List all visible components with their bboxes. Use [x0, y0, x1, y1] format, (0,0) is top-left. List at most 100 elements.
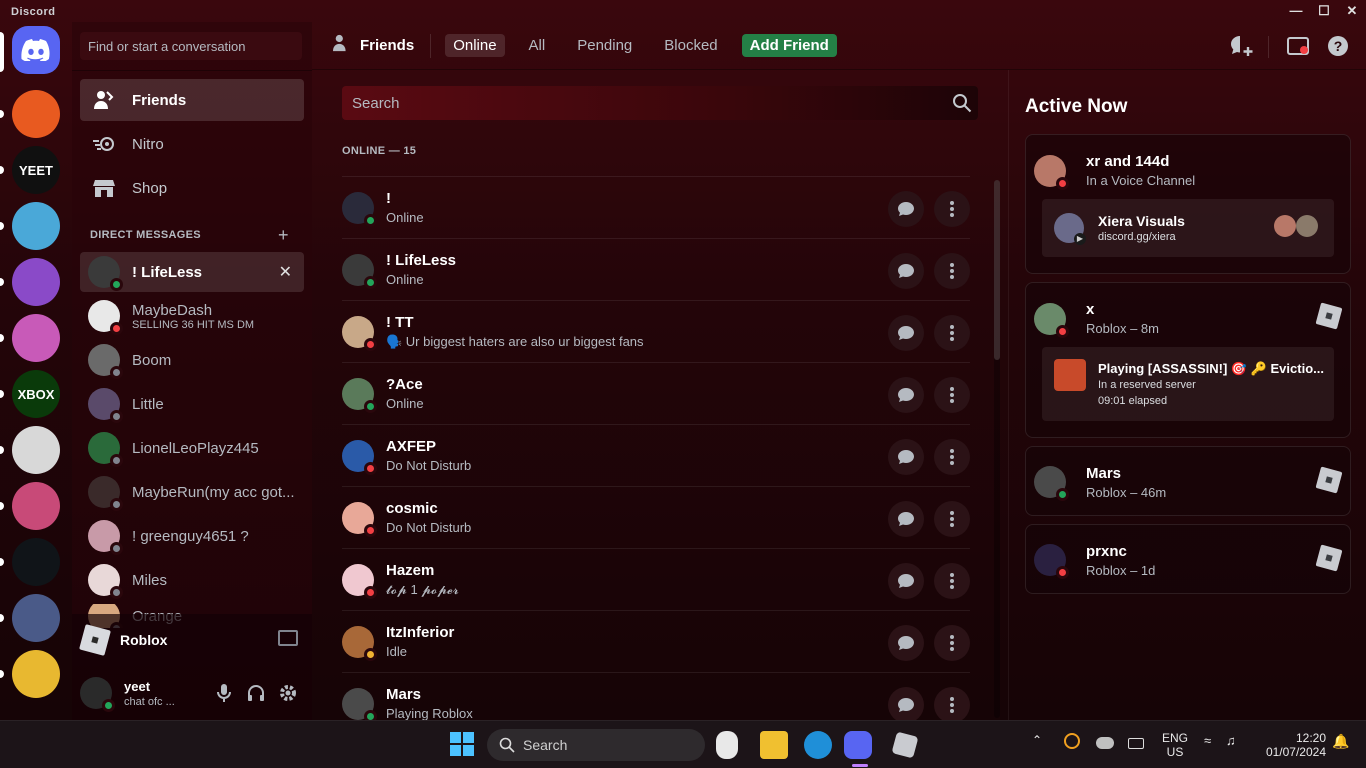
settings-gear-icon[interactable] — [278, 684, 298, 704]
volume-icon[interactable]: ♫ — [1226, 733, 1236, 748]
dm-item[interactable]: MaybeRun(my acc got... — [80, 472, 304, 512]
game-activity-box[interactable]: Playing [ASSASSIN!] 🎯 🔑 Evictio... In a … — [1042, 347, 1334, 421]
tab-all[interactable]: All — [521, 34, 554, 57]
close-button[interactable]: ✕ — [1338, 2, 1366, 20]
screen-share-icon[interactable] — [278, 630, 298, 646]
tab-blocked[interactable]: Blocked — [656, 34, 725, 57]
friends-scrollbar[interactable] — [994, 180, 1000, 718]
more-options-icon[interactable] — [934, 625, 970, 661]
message-icon[interactable] — [888, 377, 924, 413]
message-icon[interactable] — [888, 253, 924, 289]
message-icon[interactable] — [888, 315, 924, 351]
help-icon[interactable]: ? — [1326, 34, 1350, 58]
voice-channel-box[interactable]: ▶ Xiera Visuals discord.gg/xiera — [1042, 199, 1334, 257]
windows-start-icon[interactable] — [449, 731, 477, 759]
taskbar-search-box[interactable]: Search — [487, 729, 705, 761]
message-icon[interactable] — [888, 439, 924, 475]
message-icon[interactable] — [888, 687, 924, 720]
keyboard-icon[interactable] — [1128, 738, 1144, 749]
file-explorer-icon[interactable] — [760, 731, 788, 759]
nav-nitro-label: Nitro — [132, 135, 164, 153]
message-icon[interactable] — [888, 501, 924, 537]
server-icon[interactable] — [12, 538, 60, 586]
server-icon[interactable] — [12, 314, 60, 362]
message-icon[interactable] — [888, 191, 924, 227]
more-options-icon[interactable] — [934, 563, 970, 599]
tab-online[interactable]: Online — [445, 34, 505, 57]
server-icon[interactable] — [12, 202, 60, 250]
dm-item[interactable]: Boom — [80, 340, 304, 380]
friend-name: Mars — [386, 686, 422, 703]
language-indicator[interactable]: ENG US — [1162, 731, 1188, 759]
minimize-button[interactable]: — — [1282, 2, 1310, 20]
friend-row[interactable]: ?Ace Online — [342, 362, 970, 424]
status-indicator — [364, 585, 377, 599]
message-icon[interactable] — [888, 625, 924, 661]
edge-browser-icon[interactable] — [804, 731, 832, 759]
mouse-app-icon[interactable] — [716, 731, 738, 759]
scrollbar-thumb[interactable] — [994, 180, 1000, 360]
microphone-icon[interactable] — [214, 684, 234, 704]
add-friend-button[interactable]: Add Friend — [741, 34, 837, 57]
update-icon[interactable] — [1064, 733, 1080, 749]
server-icon[interactable] — [12, 258, 60, 306]
server-icon[interactable]: XBOX — [12, 370, 60, 418]
friend-row[interactable]: ItzInferior Idle — [342, 610, 970, 672]
cloud-icon[interactable] — [1096, 737, 1114, 749]
friend-row[interactable]: cosmic Do Not Disturb — [342, 486, 970, 548]
more-options-icon[interactable] — [934, 687, 970, 720]
friends-search-input[interactable]: Search — [342, 86, 978, 120]
dm-item[interactable]: Miles — [80, 560, 304, 600]
maximize-button[interactable]: ☐ — [1310, 2, 1338, 20]
dm-status: SELLING 36 HIT MS DM — [132, 318, 255, 331]
dm-item[interactable]: ! LifeLess ✕ — [80, 252, 304, 292]
status-indicator — [364, 213, 377, 227]
friend-row[interactable]: ! LifeLess Online — [342, 238, 970, 300]
user-avatar[interactable] — [80, 677, 115, 712]
more-options-icon[interactable] — [934, 253, 970, 289]
friend-row[interactable]: AXFEP Do Not Disturb — [342, 424, 970, 486]
roblox-taskbar-icon[interactable] — [891, 731, 919, 759]
tab-pending[interactable]: Pending — [569, 34, 640, 57]
notification-bell-icon[interactable]: 🔔 — [1332, 733, 1349, 750]
friend-row[interactable]: Hazem 𝓽𝓸𝓹 1 𝓹𝓸𝓹𝓮𝓻 — [342, 548, 970, 610]
more-options-icon[interactable] — [934, 191, 970, 227]
clock[interactable]: 12:20 01/07/2024 — [1260, 731, 1326, 759]
title-bar: Discord — ☐ ✕ — [0, 0, 1366, 22]
headphones-icon[interactable] — [246, 684, 266, 704]
server-icon[interactable] — [12, 90, 60, 138]
close-dm-icon[interactable]: ✕ — [279, 262, 292, 282]
nav-nitro[interactable]: Nitro — [80, 123, 304, 165]
tray-overflow-icon[interactable]: ⌃ — [1032, 733, 1042, 747]
server-icon[interactable]: YEET — [12, 146, 60, 194]
server-icon[interactable] — [12, 426, 60, 474]
dm-item[interactable]: MaybeDash SELLING 36 HIT MS DM — [80, 296, 304, 336]
more-options-icon[interactable] — [934, 315, 970, 351]
friend-row[interactable]: ! Online — [342, 176, 970, 238]
more-options-icon[interactable] — [934, 377, 970, 413]
nav-shop[interactable]: Shop — [80, 167, 304, 209]
wifi-icon[interactable]: ≈ — [1204, 733, 1211, 748]
server-icon[interactable] — [12, 482, 60, 530]
active-card[interactable]: Mars Roblox – 46m — [1025, 446, 1351, 516]
create-dm-button[interactable]: + — [278, 225, 289, 246]
server-icon[interactable] — [12, 594, 60, 642]
friend-row[interactable]: ! TT 🗣️ Ur biggest haters are also ur big… — [342, 300, 970, 362]
find-conversation-input[interactable]: Find or start a conversation — [80, 32, 302, 60]
active-card[interactable]: prxnc Roblox – 1d — [1025, 524, 1351, 594]
active-card[interactable]: x Roblox – 8m Playing [ASSASSIN!] 🎯 🔑 Ev… — [1025, 282, 1351, 438]
friend-row[interactable]: Mars Playing Roblox — [342, 672, 970, 720]
inbox-icon[interactable] — [1286, 34, 1310, 58]
message-icon[interactable] — [888, 563, 924, 599]
dm-item[interactable]: ! greenguy4651 ? — [80, 516, 304, 556]
dm-item[interactable]: Little — [80, 384, 304, 424]
more-options-icon[interactable] — [934, 439, 970, 475]
active-card[interactable]: xr and 144d In a Voice Channel ▶ Xiera V… — [1025, 134, 1351, 274]
nav-friends[interactable]: Friends — [80, 79, 304, 121]
server-icon[interactable] — [12, 650, 60, 698]
more-options-icon[interactable] — [934, 501, 970, 537]
dm-item[interactable]: LionelLeoPlayz445 — [80, 428, 304, 468]
discord-taskbar-icon[interactable] — [844, 731, 872, 759]
new-group-dm-icon[interactable] — [1230, 34, 1254, 58]
home-button[interactable] — [12, 26, 60, 74]
